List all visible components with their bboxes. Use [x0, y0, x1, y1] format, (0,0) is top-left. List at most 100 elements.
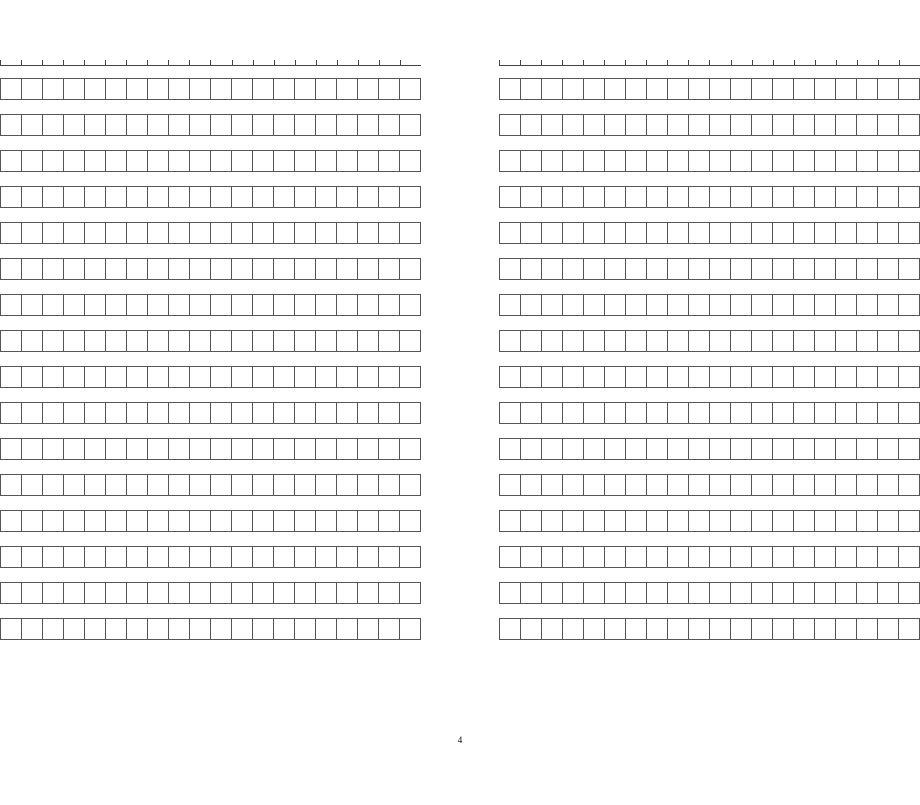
grid-cell	[520, 114, 542, 136]
grid-cell	[751, 150, 773, 172]
grid-cell	[793, 582, 815, 604]
grid-cell	[0, 366, 22, 388]
grid-row	[499, 150, 920, 172]
grid-cell	[856, 618, 878, 640]
grid-cell	[84, 582, 106, 604]
grid-cell	[499, 294, 521, 316]
grid-cell	[378, 438, 400, 460]
grid-cell	[541, 510, 563, 532]
grid-cell	[84, 402, 106, 424]
grid-cell	[147, 510, 169, 532]
grid-cell	[210, 258, 232, 280]
grid-cell	[252, 330, 274, 352]
grid-cell	[583, 510, 605, 532]
grid-cell	[231, 402, 253, 424]
grid-cell	[273, 618, 295, 640]
grid-row	[499, 402, 920, 424]
grid-cell	[336, 402, 358, 424]
grid-cell	[336, 474, 358, 496]
grid-cell	[856, 294, 878, 316]
grid-cell	[0, 546, 22, 568]
grid-cell	[147, 438, 169, 460]
left-column	[0, 60, 421, 654]
grid-cell	[294, 582, 316, 604]
grid-cell	[667, 78, 689, 100]
grid-cell	[541, 150, 563, 172]
grid-cell	[357, 618, 379, 640]
grid-cell	[751, 258, 773, 280]
grid-cell	[709, 438, 731, 460]
grid-row	[499, 582, 920, 604]
grid-row	[0, 582, 421, 604]
grid-cell	[667, 150, 689, 172]
grid-cell	[315, 474, 337, 496]
grid-cell	[541, 582, 563, 604]
grid-cell	[63, 618, 85, 640]
grid-cell	[835, 330, 857, 352]
grid-cell	[315, 222, 337, 244]
grid-cell	[688, 186, 710, 208]
grid-cell	[646, 438, 668, 460]
grid-cell	[84, 546, 106, 568]
grid-cell	[126, 582, 148, 604]
grid-cell	[793, 366, 815, 388]
grid-cell	[835, 258, 857, 280]
grid-cell	[21, 366, 43, 388]
grid-cell	[378, 222, 400, 244]
grid-cell	[898, 78, 920, 100]
grid-cell	[856, 546, 878, 568]
grid-cell	[730, 78, 752, 100]
grid-cell	[273, 150, 295, 172]
grid-cell	[357, 150, 379, 172]
grid-cell	[84, 366, 106, 388]
grid-row	[0, 114, 421, 136]
grid-cell	[772, 438, 794, 460]
grid-cell	[667, 330, 689, 352]
grid-cell	[336, 78, 358, 100]
grid-cell	[835, 438, 857, 460]
grid-cell	[126, 150, 148, 172]
grid-cell	[499, 258, 521, 280]
grid-cell	[898, 366, 920, 388]
grid-cell	[336, 582, 358, 604]
grid-cell	[772, 150, 794, 172]
grid-cell	[877, 114, 899, 136]
grid-cell	[793, 510, 815, 532]
grid-cell	[42, 366, 64, 388]
ruler	[499, 60, 920, 66]
grid-cell	[688, 258, 710, 280]
grid-cell	[625, 546, 647, 568]
grid-cell	[126, 618, 148, 640]
grid-cell	[583, 330, 605, 352]
grid-row	[0, 438, 421, 460]
grid-cell	[835, 546, 857, 568]
grid-cell	[63, 78, 85, 100]
grid-cell	[336, 150, 358, 172]
grid-cell	[126, 258, 148, 280]
grid-cell	[772, 258, 794, 280]
grid-cell	[814, 150, 836, 172]
grid-cell	[772, 366, 794, 388]
grid-cell	[604, 618, 626, 640]
grid-cell	[856, 258, 878, 280]
grid-cell	[772, 618, 794, 640]
grid-cell	[709, 294, 731, 316]
grid-cell	[378, 366, 400, 388]
grid-cell	[315, 78, 337, 100]
grid-cell	[126, 114, 148, 136]
grid-cell	[562, 258, 584, 280]
grid-cell	[315, 618, 337, 640]
grid-cell	[709, 474, 731, 496]
grid-cell	[357, 114, 379, 136]
grid-cell	[583, 546, 605, 568]
grid-row	[0, 366, 421, 388]
grid-cell	[84, 114, 106, 136]
grid-cell	[21, 618, 43, 640]
grid-cell	[793, 330, 815, 352]
grid-cell	[63, 330, 85, 352]
grid-cell	[231, 294, 253, 316]
grid-cell	[499, 510, 521, 532]
grid-cell	[751, 186, 773, 208]
grid-cell	[42, 222, 64, 244]
grid-cell	[147, 546, 169, 568]
